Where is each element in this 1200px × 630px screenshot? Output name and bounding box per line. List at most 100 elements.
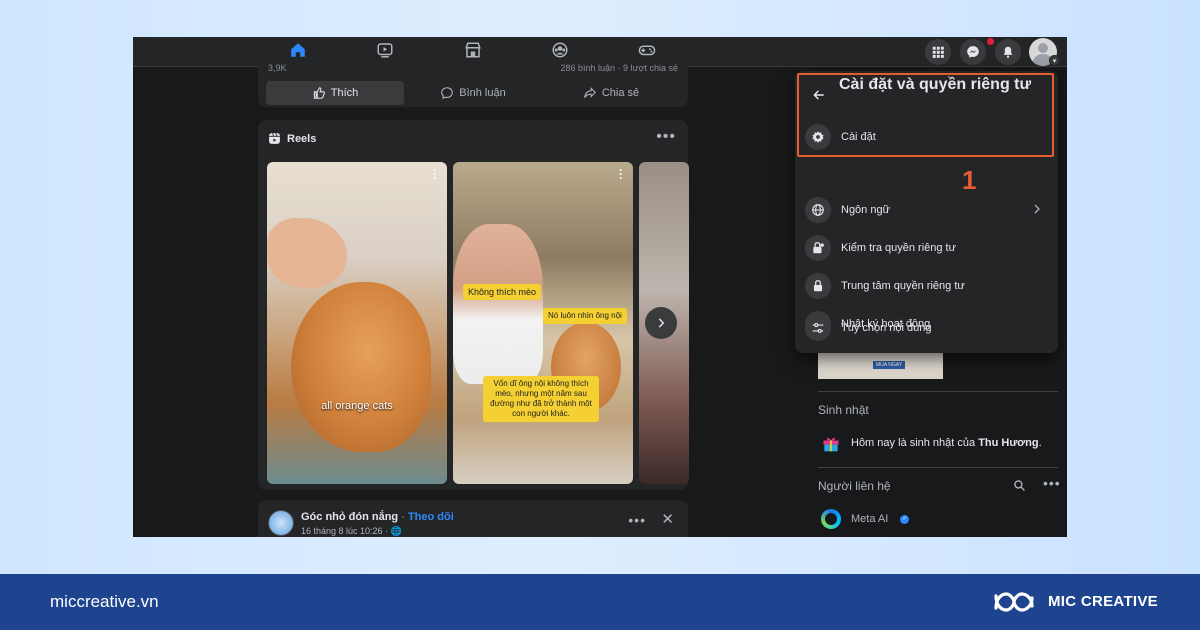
- footer-banner: miccreative.vn MIC CREATIVE: [0, 574, 1200, 630]
- reel-thumbnail[interactable]: · · · all orange cats: [267, 162, 447, 484]
- post-time[interactable]: 16 tháng 8 lúc 10:26 ·: [301, 526, 391, 536]
- reels-card: Reels ••• · · · all orange cats · · · Không …: [258, 120, 689, 490]
- reel-thumbnail[interactable]: · · · Không thích mèo Nó luôn nhìn ông nội…: [453, 162, 633, 484]
- share-button[interactable]: Chia sẻ: [542, 81, 680, 105]
- gaming-icon[interactable]: [636, 40, 658, 60]
- search-contacts-button[interactable]: [1013, 479, 1026, 497]
- grid-icon: [932, 46, 944, 58]
- chevron-down-icon[interactable]: ▾: [1049, 55, 1060, 66]
- chevron-right-icon: [658, 318, 665, 328]
- back-button[interactable]: [809, 85, 829, 105]
- reaction-count: 3,9K: [268, 63, 287, 73]
- reel-menu-icon[interactable]: · · ·: [433, 164, 437, 184]
- menu-item-label: Ngôn ngữ: [841, 204, 890, 216]
- arrow-left-icon: [813, 90, 824, 100]
- post-card: Góc nhỏ đón nắng · Theo dõi 16 tháng 8 l…: [258, 500, 688, 537]
- menu-item-label: Tùy chọn nội dung: [841, 322, 932, 334]
- menu-item-label: Cài đặt: [841, 131, 876, 143]
- menu-item-content-preferences[interactable]: Tùy chọn nội dung: [805, 312, 1055, 344]
- menu-title: Cài đặt và quyền riêng tư: [839, 76, 1032, 93]
- lock-icon: [813, 280, 823, 292]
- search-icon: [1014, 480, 1025, 491]
- home-icon[interactable]: [287, 40, 309, 60]
- post-timestamp: 16 tháng 8 lúc 10:26 · 🌐: [301, 526, 402, 537]
- chevron-right-icon: [1034, 204, 1040, 214]
- reel-caption: all orange cats: [321, 400, 393, 412]
- reels-icon: [269, 132, 280, 144]
- settings-privacy-menu: Cài đặt và quyền riêng tư Cài đặt Ngôn n…: [795, 71, 1058, 353]
- reel-menu-icon[interactable]: · · ·: [619, 164, 623, 184]
- cat-image: [291, 282, 431, 452]
- menu-item-label: Kiểm tra quyền riêng tư: [841, 242, 956, 254]
- more-options-icon[interactable]: •••: [1043, 475, 1061, 491]
- post-card: 3,9K 286 bình luận · 9 lượt chia sẻ Thíc…: [258, 61, 688, 107]
- lock-check-icon: [813, 242, 824, 254]
- menu-item-label: Trung tâm quyền riêng tư: [841, 280, 965, 292]
- comment-icon: [441, 87, 454, 100]
- birthday-suffix: .: [1038, 437, 1042, 449]
- website-url[interactable]: miccreative.vn: [50, 592, 159, 612]
- birthday-text: Hôm nay là sinh nhật của Thu Hương.: [851, 437, 1042, 449]
- birthday-prefix: Hôm nay là sinh nhật của: [851, 437, 979, 449]
- video-icon[interactable]: [374, 40, 396, 60]
- thumbs-up-icon: [313, 87, 325, 99]
- page-name[interactable]: Góc nhỏ đón nắng: [301, 511, 398, 523]
- more-options-icon[interactable]: •••: [656, 128, 676, 146]
- gear-icon: [812, 131, 824, 143]
- messenger-button[interactable]: [960, 39, 986, 65]
- menu-item-privacy-checkup[interactable]: Kiểm tra quyền riêng tư: [805, 232, 1055, 264]
- menu-item-privacy-center[interactable]: Trung tâm quyền riêng tư: [805, 270, 1055, 302]
- post-actions: Thích Bình luận Chia sẻ: [266, 81, 680, 105]
- menu-item-settings[interactable]: Cài đặt: [805, 121, 1055, 153]
- share-label: Chia sẻ: [601, 87, 640, 99]
- follow-link[interactable]: Theo dõi: [408, 511, 454, 523]
- bell-icon: [1003, 46, 1013, 58]
- step-number: 1: [962, 165, 977, 195]
- post-stats: 286 bình luận · 9 lượt chia sẻ: [560, 63, 679, 73]
- globe-icon: 🌐: [390, 526, 402, 536]
- contact-meta-ai[interactable]: Meta AI ✓: [821, 509, 910, 529]
- reels-title: Reels: [287, 132, 317, 145]
- reels-header: Reels: [268, 132, 316, 145]
- comment-label: Bình luận: [459, 87, 506, 99]
- reel-sticker: Vốn dĩ ông nội không thích mèo, nhưng mộ…: [483, 376, 599, 422]
- brand-name: MIC CREATIVE: [1048, 593, 1158, 610]
- birthday-item[interactable]: Hôm nay là sinh nhật của Thu Hương.: [821, 433, 1042, 453]
- separator: ·: [398, 511, 408, 523]
- meta-ai-icon: [821, 509, 841, 529]
- mic-creative-logo-icon: [994, 592, 1034, 612]
- groups-icon[interactable]: [549, 40, 571, 60]
- contact-name: Meta AI: [851, 513, 889, 525]
- next-reel-button[interactable]: [645, 307, 677, 339]
- sliders-icon: [812, 323, 824, 333]
- sponsored-thumbnail[interactable]: MUA NGAY: [818, 351, 943, 379]
- like-label: Thích: [330, 87, 359, 99]
- reel-sticker: Không thích mèo: [463, 284, 542, 300]
- birthday-name[interactable]: Thu Hương: [978, 437, 1038, 449]
- divider: [818, 467, 1058, 468]
- reel-sticker: Nó luôn nhìn ông nội: [543, 308, 627, 324]
- menu-item-language[interactable]: Ngôn ngữ: [805, 194, 1055, 226]
- comment-button[interactable]: Bình luận: [404, 81, 542, 105]
- menu-grid-button[interactable]: [925, 39, 951, 65]
- gift-icon: [823, 437, 839, 452]
- ad-tag: MUA NGAY: [873, 361, 906, 369]
- notifications-button[interactable]: [995, 39, 1021, 65]
- notification-badge: [986, 37, 995, 46]
- post-header: Góc nhỏ đón nắng · Theo dõi: [301, 511, 454, 523]
- globe-icon: [812, 204, 824, 216]
- more-options-icon[interactable]: •••: [628, 512, 646, 528]
- birthday-title: Sinh nhật: [818, 403, 869, 417]
- page-avatar[interactable]: [268, 510, 294, 536]
- contacts-title: Người liên hệ: [818, 479, 891, 493]
- marketplace-icon[interactable]: [462, 40, 484, 60]
- close-icon[interactable]: ✕: [661, 510, 674, 528]
- hand-image: [267, 218, 347, 288]
- messenger-icon: [967, 46, 979, 58]
- share-icon: [584, 87, 596, 98]
- like-button[interactable]: Thích: [266, 81, 404, 105]
- verified-icon: ✓: [900, 514, 910, 524]
- divider: [818, 391, 1058, 392]
- facebook-screenshot: ▾ 3,9K 286 bình luận · 9 lượt chia sẻ Th…: [133, 37, 1067, 537]
- person-image: [453, 224, 543, 384]
